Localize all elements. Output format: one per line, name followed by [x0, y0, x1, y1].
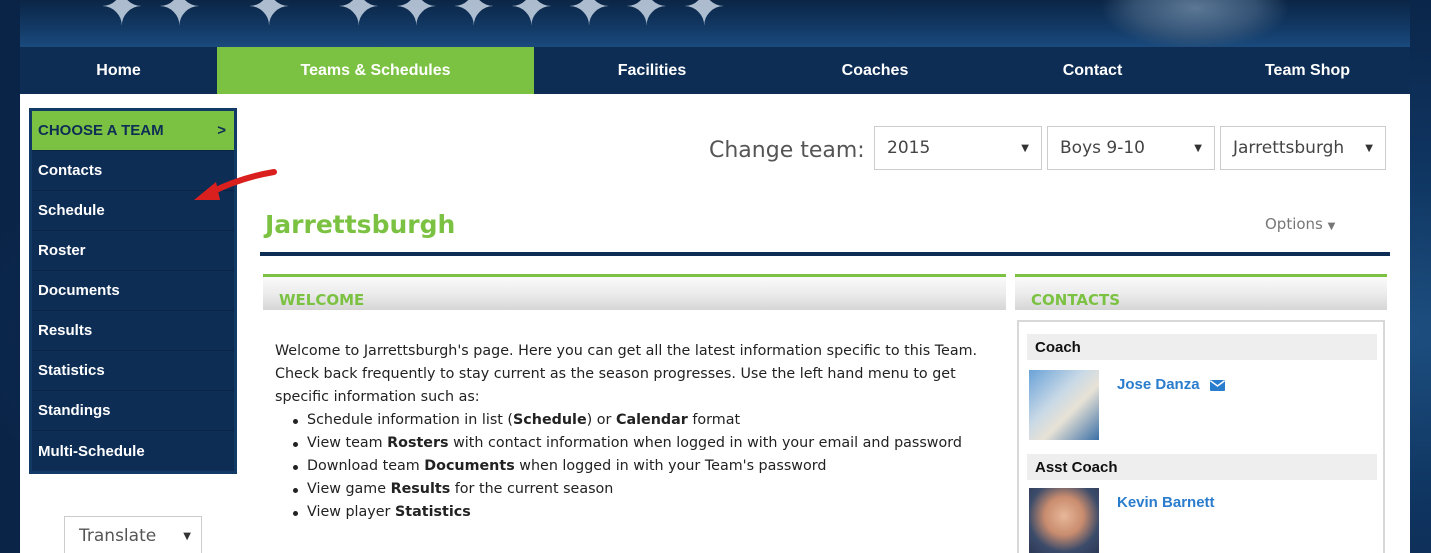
contacts-list: Coach Jose Danza Asst Coach Kevin Barnet…: [1017, 320, 1385, 553]
contact-role-coach: Coach: [1027, 334, 1377, 360]
contact-name-asst-coach[interactable]: Kevin Barnett: [1117, 494, 1215, 511]
nav-facilities[interactable]: Facilities: [534, 47, 770, 94]
caret-down-icon: ▼: [1194, 142, 1202, 154]
page-title: Jarrettsburgh: [265, 210, 456, 239]
email-icon[interactable]: [1209, 379, 1225, 391]
team-sidebar: CHOOSE A TEAM > Contacts Schedule Roster…: [29, 108, 237, 474]
sidebar-item-roster[interactable]: Roster: [32, 231, 234, 271]
team-select-value: Jarrettsburgh: [1233, 138, 1345, 158]
welcome-text: Welcome to Jarrettsburgh's page. Here yo…: [275, 340, 995, 524]
caret-down-icon: ▼: [1327, 221, 1336, 232]
welcome-bullet-list: Schedule information in list (Schedule) …: [275, 409, 995, 524]
choose-team-button[interactable]: CHOOSE A TEAM >: [32, 111, 234, 151]
list-item: View team Rosters with contact informati…: [275, 432, 995, 455]
contacts-panel-header: CONTACTS: [1015, 274, 1387, 310]
division-select[interactable]: Boys 9-10 ▼: [1047, 126, 1215, 170]
list-item: Download team Documents when logged in w…: [275, 455, 995, 478]
banner-artwork: ✦✦ ✦ ✦✦✦✦✦✦✦: [100, 0, 740, 38]
choose-team-label: CHOOSE A TEAM: [38, 122, 164, 139]
caret-down-icon: ▼: [1021, 142, 1029, 154]
change-team-label: Change team:: [709, 138, 865, 163]
sidebar-item-documents[interactable]: Documents: [32, 271, 234, 311]
title-divider: [260, 252, 1390, 256]
chevron-right-icon: >: [217, 122, 226, 139]
division-select-value: Boys 9-10: [1060, 138, 1145, 158]
contact-role-asst-coach: Asst Coach: [1027, 454, 1377, 480]
nav-contact[interactable]: Contact: [980, 47, 1205, 94]
contacts-heading: CONTACTS: [1031, 291, 1121, 309]
year-select-value: 2015: [887, 138, 931, 158]
welcome-panel-header: WELCOME: [263, 274, 1006, 310]
translate-label: Translate: [79, 526, 157, 546]
list-item: Schedule information in list (Schedule) …: [275, 409, 995, 432]
sidebar-item-multi-schedule[interactable]: Multi-Schedule: [32, 431, 234, 471]
nav-teams-schedules[interactable]: Teams & Schedules: [217, 47, 534, 94]
options-dropdown[interactable]: Options ▼: [1265, 215, 1335, 233]
sidebar-item-standings[interactable]: Standings: [32, 391, 234, 431]
sidebar-item-statistics[interactable]: Statistics: [32, 351, 234, 391]
contact-name-coach[interactable]: Jose Danza: [1117, 376, 1225, 393]
caret-down-icon: ▼: [183, 530, 191, 542]
nav-team-shop[interactable]: Team Shop: [1205, 47, 1410, 94]
welcome-heading: WELCOME: [279, 291, 365, 309]
year-select[interactable]: 2015 ▼: [874, 126, 1042, 170]
translate-select[interactable]: Translate ▼: [64, 516, 202, 553]
banner-player-image: [1100, 0, 1290, 47]
main-nav: Home Teams & Schedules Facilities Coache…: [20, 47, 1410, 94]
options-label: Options: [1265, 215, 1323, 233]
asst-coach-avatar: [1029, 488, 1099, 553]
list-item: View game Results for the current season: [275, 478, 995, 501]
red-arrow-annotation-icon: [194, 169, 277, 200]
coach-avatar: [1029, 370, 1099, 440]
caret-down-icon: ▼: [1365, 142, 1373, 154]
nav-home[interactable]: Home: [20, 47, 217, 94]
nav-coaches[interactable]: Coaches: [770, 47, 980, 94]
welcome-intro: Welcome to Jarrettsburgh's page. Here yo…: [275, 343, 978, 405]
team-select[interactable]: Jarrettsburgh ▼: [1220, 126, 1386, 170]
list-item: View player Statistics: [275, 501, 995, 524]
sidebar-item-results[interactable]: Results: [32, 311, 234, 351]
header-banner: ✦✦ ✦ ✦✦✦✦✦✦✦: [20, 0, 1410, 47]
